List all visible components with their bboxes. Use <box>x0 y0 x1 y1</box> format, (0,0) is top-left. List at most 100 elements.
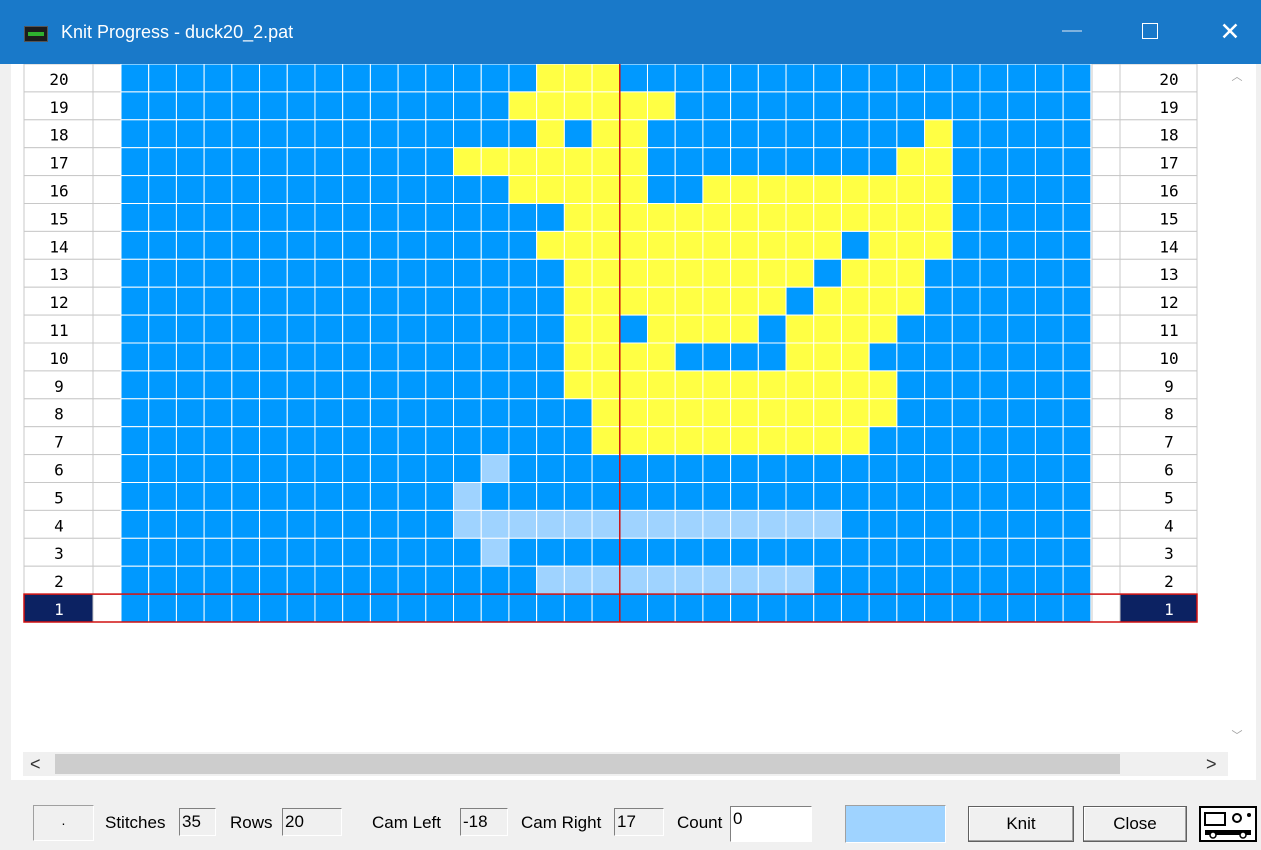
stitch-cell <box>702 119 732 149</box>
stitch-cell <box>646 565 676 595</box>
row-number-left: 14 <box>49 237 68 256</box>
stitch-cell <box>508 509 538 539</box>
stitch-cell <box>619 370 648 400</box>
stitch-cell <box>563 91 593 121</box>
vertical-scrollbar[interactable] <box>1228 64 1245 752</box>
stitch-cell <box>1007 64 1036 93</box>
stitch-cell <box>259 286 288 316</box>
knit-button[interactable]: Knit <box>968 806 1074 842</box>
stitch-cell <box>924 565 953 595</box>
chevron-up-icon[interactable]: ︿ <box>1231 68 1243 83</box>
stitch-cell <box>924 342 953 372</box>
close-icon[interactable]: ✕ <box>1218 18 1242 46</box>
margin-cell <box>1091 370 1121 400</box>
stitch-cell <box>785 119 815 149</box>
stitch-cell <box>175 482 205 511</box>
stitch-cell <box>425 398 455 428</box>
stitch-cell <box>840 342 870 372</box>
stitch-cell <box>1007 509 1036 539</box>
stitch-cell <box>231 398 261 428</box>
stitch-cell <box>730 175 759 204</box>
stitch-cell <box>674 537 704 567</box>
stitch-cell <box>674 342 704 372</box>
chevron-left-icon[interactable]: < <box>30 754 41 775</box>
stitch-cell <box>425 119 455 149</box>
stitch-cell <box>951 342 981 372</box>
stitch-cell <box>730 64 759 93</box>
margin-cell <box>1091 454 1121 484</box>
stitch-cell <box>1062 91 1092 121</box>
stitch-cell <box>397 91 427 121</box>
stitch-cell <box>702 370 732 400</box>
stitch-cell <box>951 230 981 260</box>
stitch-cell <box>536 454 565 484</box>
stitch-cell <box>840 175 870 204</box>
stitch-cell <box>453 593 482 623</box>
pattern-grid[interactable]: 20 2019 1918 1817 1716 1615 1514 1413 1312 1211 11… <box>11 64 1256 752</box>
stitch-cell <box>646 258 676 288</box>
stitch-cell <box>369 119 399 149</box>
stitch-cell <box>175 230 205 260</box>
cam-left-label: Cam Left <box>372 813 441 832</box>
maximize-icon[interactable] <box>1142 23 1158 39</box>
close-button[interactable]: Close <box>1083 806 1187 842</box>
stitch-cell <box>563 175 593 204</box>
stitch-cell <box>342 398 371 428</box>
stitch-cell <box>231 203 261 232</box>
stitch-cell <box>785 370 815 400</box>
stitch-cell <box>259 230 288 260</box>
stitch-cell <box>840 370 870 400</box>
margin-cell <box>92 454 122 484</box>
stitch-cell <box>757 119 787 149</box>
stitch-cell <box>924 454 953 484</box>
rows-field: 20 <box>282 808 342 836</box>
row-number-left: 15 <box>49 209 68 228</box>
stitch-cell <box>203 370 233 400</box>
scroll-thumb[interactable] <box>55 754 1120 774</box>
stitch-cell <box>702 454 732 484</box>
stitch-cell <box>924 286 953 316</box>
row-number-right: 16 <box>1159 182 1178 201</box>
stitch-cell <box>148 537 177 567</box>
stitch-cell <box>813 314 842 344</box>
stitch-cell <box>646 537 676 567</box>
stitch-cell <box>259 454 288 484</box>
stitch-cell <box>924 398 953 428</box>
stitch-cell <box>286 370 316 400</box>
stitch-cell <box>425 426 455 456</box>
stitch-cell <box>840 426 870 456</box>
stitch-cell <box>342 64 371 93</box>
stitch-cell <box>314 119 344 149</box>
machine-icon[interactable] <box>1199 806 1257 842</box>
row-number-right: 2 <box>1164 572 1174 591</box>
stitch-cell <box>591 398 621 428</box>
stitch-cell <box>646 175 676 204</box>
stitch-cell <box>203 593 233 623</box>
stitch-cell <box>148 175 177 204</box>
stitch-cell <box>619 203 648 232</box>
minimize-icon[interactable] <box>1062 30 1082 32</box>
stitch-cell <box>148 147 177 177</box>
stitch-cell <box>342 537 371 567</box>
stitch-cell <box>231 91 261 121</box>
stitch-cell <box>508 454 538 484</box>
stitch-cell <box>868 537 898 567</box>
stitch-cell <box>896 91 926 121</box>
stitch-cell <box>286 230 316 260</box>
count-input[interactable]: 0 <box>730 806 812 842</box>
chevron-right-icon[interactable]: > <box>1206 754 1217 775</box>
stitch-cell <box>369 593 399 623</box>
stitch-cell <box>757 314 787 344</box>
stitch-cell <box>508 482 538 511</box>
row-number-left: 12 <box>49 293 68 312</box>
stitch-cell <box>951 119 981 149</box>
stitch-cell <box>619 398 648 428</box>
stitch-cell <box>1007 258 1036 288</box>
stitch-cell <box>120 593 150 623</box>
stitch-cell <box>563 64 593 93</box>
stitch-cell <box>314 509 344 539</box>
stitch-cell <box>840 203 870 232</box>
stitch-cell <box>757 370 787 400</box>
stitch-cell <box>120 370 150 400</box>
chevron-down-icon[interactable]: ﹀ <box>1231 727 1243 742</box>
